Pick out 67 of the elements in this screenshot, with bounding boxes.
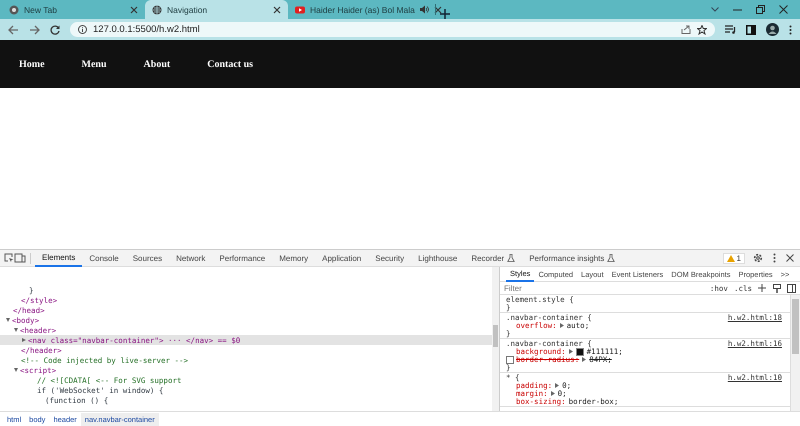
expand-triangle-icon[interactable] [560, 323, 564, 328]
devtools-tab[interactable]: Performance [212, 250, 272, 266]
plus-icon[interactable] [440, 9, 450, 19]
nav-link[interactable]: Menu [82, 58, 107, 70]
filter-field[interactable]: Filter [504, 284, 704, 292]
side-panel-icon[interactable] [746, 24, 756, 34]
nav-link[interactable]: Contact us [207, 58, 254, 70]
devtools-tab[interactable]: Memory [272, 250, 316, 266]
expanded-triangle-icon[interactable] [14, 368, 18, 372]
device-toolbar-icon[interactable] [14, 253, 26, 263]
devtools-tab[interactable]: Security [368, 250, 412, 266]
url-text: 127.0.0.1:5500/h.w2.html [93, 24, 201, 35]
devtools-tab[interactable]: Lighthouse [411, 250, 464, 266]
settings-icon[interactable] [753, 253, 763, 263]
nav-link[interactable]: About [144, 58, 170, 70]
devtools-tab[interactable]: Application [315, 250, 368, 266]
speaker-icon[interactable] [420, 5, 429, 14]
warning-count: 1 [736, 254, 741, 262]
media-control-icon[interactable] [725, 25, 736, 34]
devtools-tab[interactable]: Performance insights [522, 250, 622, 266]
minimize-icon[interactable] [733, 8, 742, 10]
warning-icon [726, 254, 735, 262]
tab-title: Navigation [167, 4, 208, 14]
share-icon[interactable] [681, 25, 691, 34]
expanded-triangle-icon[interactable] [6, 318, 10, 322]
devtools-tab[interactable]: Console [82, 250, 126, 266]
close-icon[interactable] [786, 254, 794, 262]
back-arrow-icon[interactable] [8, 24, 19, 34]
more-vertical-icon[interactable] [773, 253, 776, 263]
warning-badge[interactable]: 1 [722, 252, 745, 264]
close-icon[interactable] [130, 6, 138, 14]
close-icon[interactable] [273, 6, 281, 14]
reload-icon[interactable] [50, 24, 60, 34]
devtools-tab[interactable]: Sources [126, 250, 170, 266]
browser-tab[interactable]: Haider Haider (as) Bol Mala [288, 0, 431, 19]
scrollbar-thumb[interactable] [493, 325, 498, 347]
expand-triangle-icon[interactable] [568, 349, 573, 354]
sidebar-toggle-icon[interactable] [787, 284, 796, 292]
collapsed-triangle-icon[interactable] [22, 338, 26, 342]
video-logo-icon [295, 4, 305, 14]
browser-tab[interactable]: Navigation [145, 0, 288, 19]
tab-title: Haider Haider (as) Bol Mala [310, 4, 415, 14]
restore-icon[interactable] [756, 5, 765, 14]
tab-title: New Tab [24, 4, 58, 14]
star-icon[interactable] [697, 24, 707, 34]
nav-link[interactable]: Home [19, 58, 45, 70]
new-rule-icon[interactable] [758, 284, 767, 292]
expand-triangle-icon[interactable] [555, 383, 560, 388]
avatar-icon[interactable] [766, 23, 779, 36]
inspect-element-icon[interactable] [4, 253, 14, 263]
paint-brush-icon[interactable] [773, 284, 781, 292]
chrome-logo-icon [9, 4, 19, 14]
close-icon[interactable] [434, 6, 442, 14]
browser-tab[interactable]: New Tab [2, 0, 145, 19]
close-icon[interactable] [779, 5, 788, 14]
info-icon[interactable] [78, 25, 87, 34]
devtools-tab[interactable]: Network [169, 250, 212, 266]
scrollbar-thumb[interactable] [792, 299, 799, 354]
globe-icon [152, 4, 162, 14]
forward-arrow-icon[interactable] [29, 24, 40, 34]
address-bar[interactable]: 127.0.0.1:5500/h.w2.html [70, 22, 715, 37]
more-vertical-icon[interactable] [789, 24, 792, 34]
color-swatch[interactable] [576, 348, 584, 356]
devtools-tab[interactable]: Elements [35, 250, 82, 266]
expand-triangle-icon[interactable] [550, 391, 555, 396]
devtools-tab[interactable]: Recorder [464, 250, 522, 266]
chevron-down-icon[interactable] [711, 7, 719, 12]
